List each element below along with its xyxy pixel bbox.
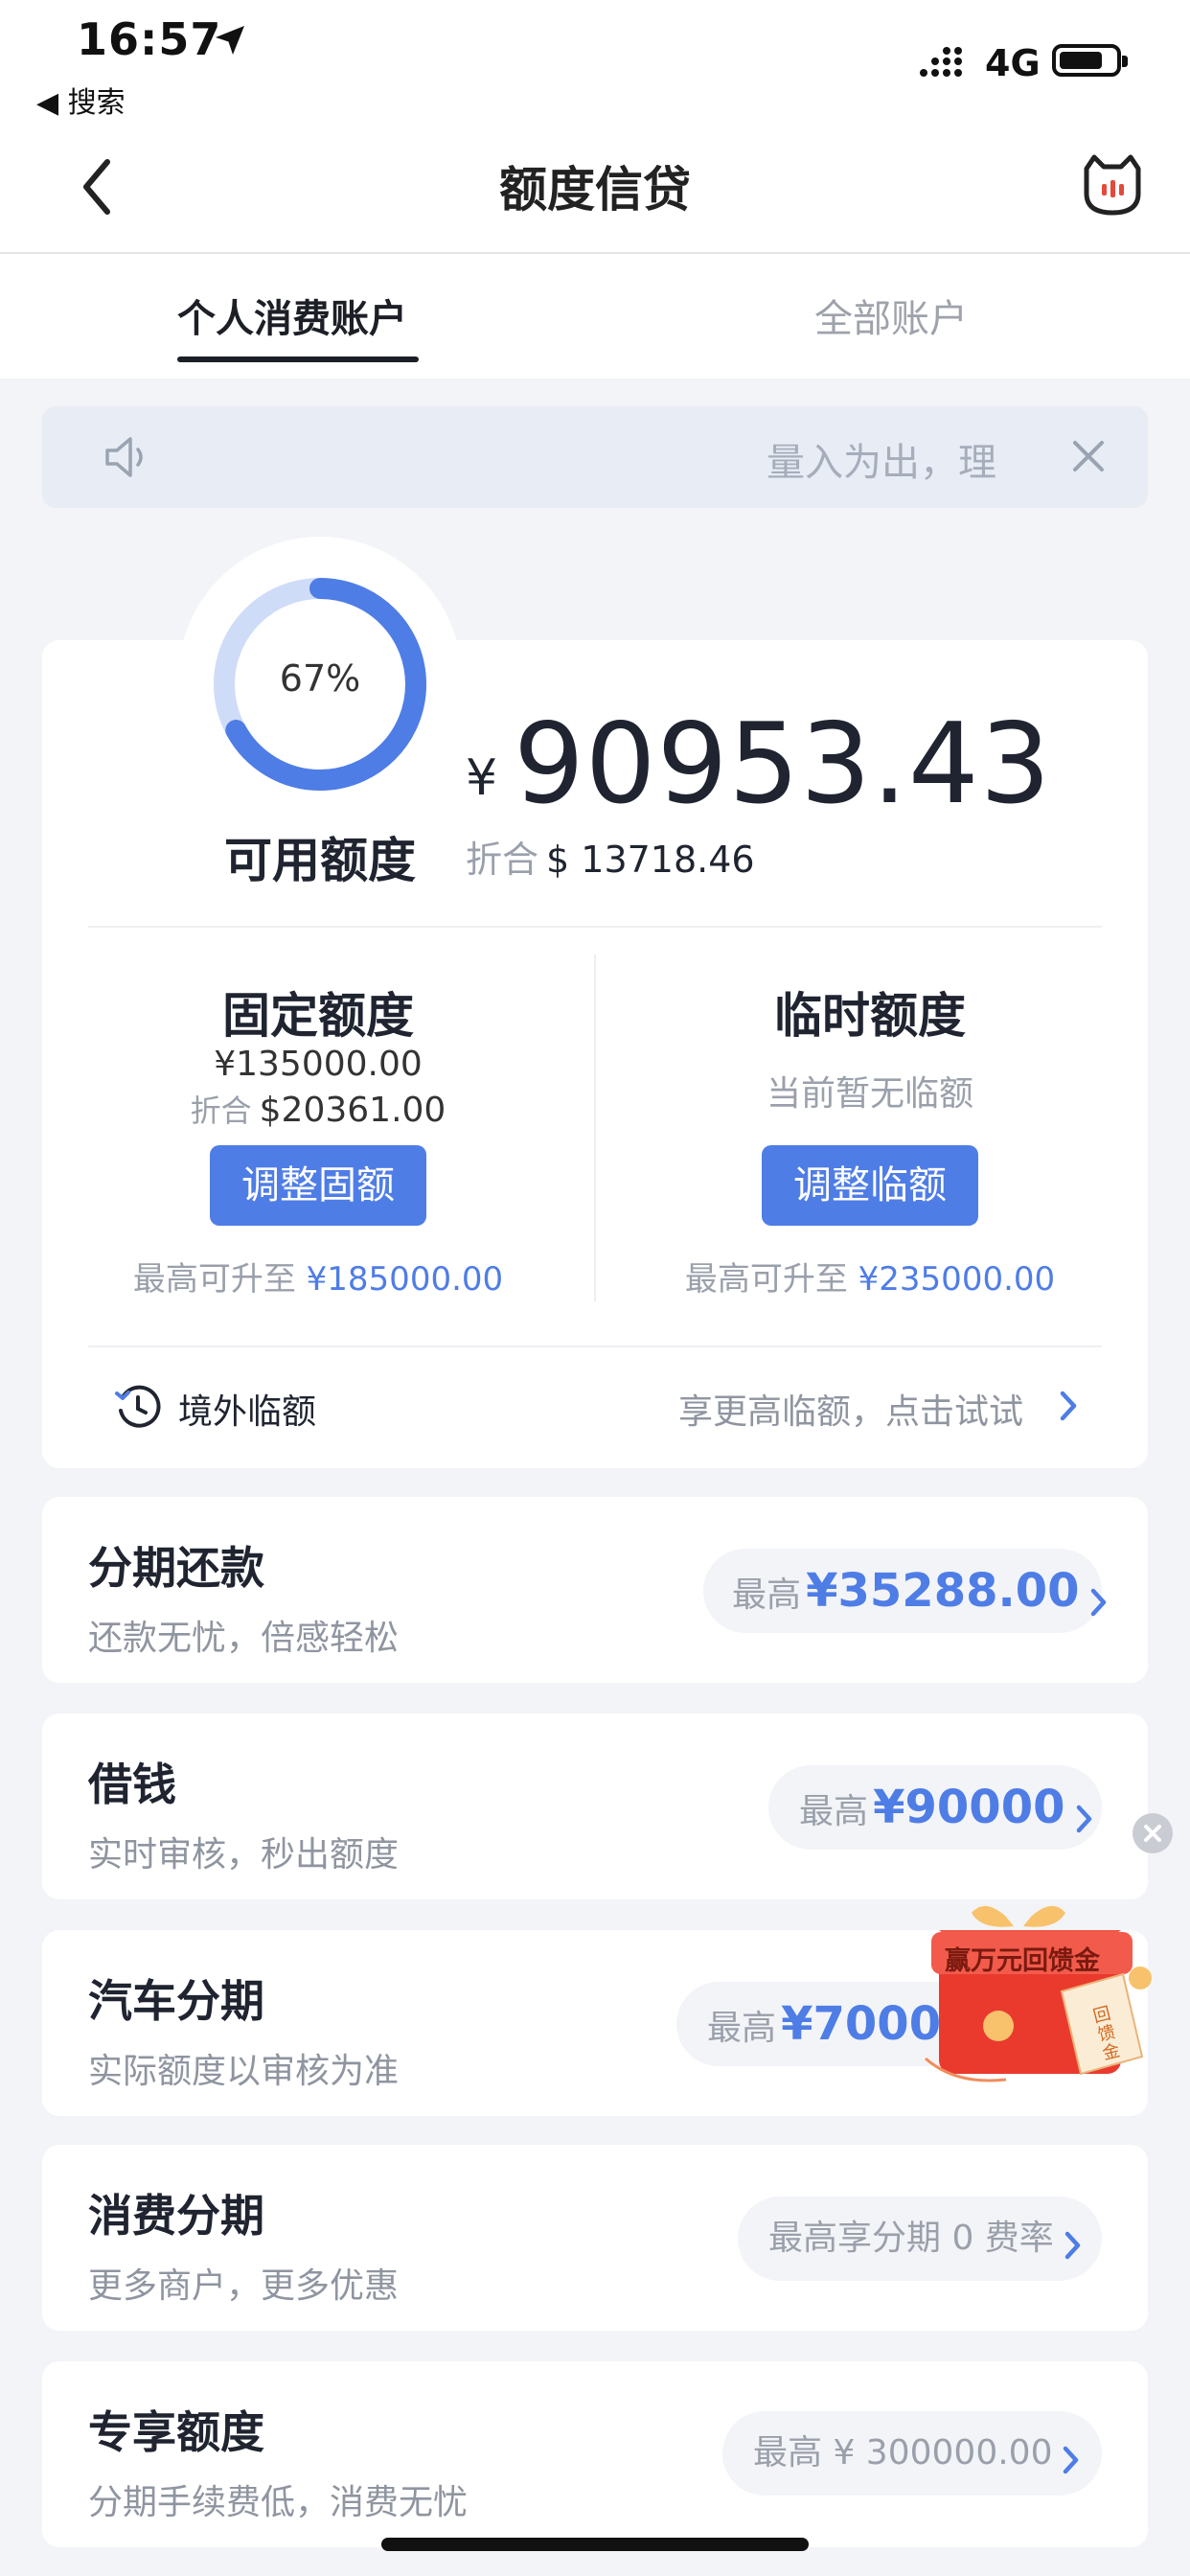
promo-red-envelope[interactable]: 赢万元回馈金 回馈金 [918, 1898, 1190, 2099]
page-title: 额度信贷 [499, 162, 691, 218]
max-prefix: 最高可升至 [684, 1260, 848, 1299]
usage-percent: 67% [279, 657, 361, 700]
fixed-credit-title: 固定额度 [222, 988, 414, 1044]
section-divider [88, 1346, 1102, 1347]
product-limit-pill[interactable]: 最高享分期 0 费率 [738, 2196, 1102, 2281]
available-credit-label: 可用额度 [224, 833, 416, 888]
product-limit-pill[interactable]: 最高 ¥35288.00 [703, 1549, 1106, 1633]
converted-amount: $20361.00 [259, 1091, 446, 1130]
product-subtitle: 实时审核，秒出额度 [88, 1835, 400, 1874]
converted-amount: $ 13718.46 [546, 839, 755, 881]
available-converted: 折合 $ 13718.46 [466, 830, 755, 883]
chevron-right-icon [1090, 1588, 1106, 1616]
available-credit-amount: 90953.43 [514, 700, 1052, 829]
promo-close-button[interactable] [1133, 1813, 1173, 1853]
product-title: 借钱 [88, 1759, 176, 1810]
red-envelope-icon [925, 1905, 1152, 2082]
fixed-max-line: 最高可升至 ¥185000.00 [50, 1253, 586, 1300]
product-title: 汽车分期 [88, 1975, 264, 2027]
notice-text: 量入为出，理 [767, 441, 996, 485]
close-icon[interactable] [1069, 437, 1108, 475]
overseas-clock-icon [115, 1385, 161, 1428]
chevron-right-icon [1064, 2446, 1079, 2473]
temporary-max-line: 最高可升至 ¥235000.00 [602, 1253, 1138, 1300]
tab-personal-account[interactable]: 个人消费账户 [177, 288, 407, 343]
back-to-app-link[interactable]: ◀ 搜索 [36, 79, 126, 121]
active-tab-indicator [177, 356, 419, 362]
close-icon [1144, 1825, 1161, 1842]
converted-prefix: 折合 [466, 839, 539, 881]
pill-amount: ¥35288.00 [806, 1564, 1080, 1618]
currency-symbol: ¥ [466, 749, 498, 807]
network-type: 4G [985, 42, 1041, 84]
notice-bar[interactable]: 量入为出，理 [42, 406, 1148, 508]
product-limit-pill[interactable]: 最高 ¥ 300000.00 [722, 2411, 1102, 2496]
product-title: 消费分期 [88, 2190, 264, 2242]
pill-text: 最高享分期 0 费率 [768, 2219, 1054, 2258]
overseas-credit-hint[interactable]: 享更高临额，点击试试 [678, 1384, 1023, 1434]
max-amount: ¥235000.00 [858, 1260, 1056, 1299]
temporary-credit-title: 临时额度 [774, 988, 966, 1044]
pill-prefix: 最高 [732, 1576, 802, 1615]
fixed-credit-converted: 折合 $20361.00 [79, 1087, 558, 1131]
tab-all-accounts[interactable]: 全部账户 [814, 288, 968, 343]
chevron-right-icon [1064, 2231, 1081, 2259]
cellular-signal-icon [920, 47, 962, 77]
pill-amount: ¥90000 [873, 1781, 1065, 1834]
pill-prefix: 最高 [707, 2009, 777, 2048]
speaker-icon [105, 437, 143, 477]
max-prefix: 最高可升至 [132, 1260, 296, 1299]
product-subtitle: 分期手续费低，消费无忧 [88, 2483, 469, 2522]
converted-prefix: 折合 [190, 1092, 252, 1129]
product-subtitle: 更多商户，更多优惠 [88, 2266, 400, 2306]
overseas-credit-label[interactable]: 境外临额 [178, 1384, 316, 1434]
product-title: 专享额度 [88, 2406, 264, 2458]
location-arrow-icon [216, 26, 244, 55]
battery-icon [1052, 44, 1128, 77]
adjust-fixed-credit-button[interactable]: 调整固额 [210, 1145, 426, 1226]
section-divider [88, 926, 1102, 928]
adjust-temporary-credit-button[interactable]: 调整临额 [762, 1145, 978, 1226]
pill-text: 最高 ¥ 300000.00 [753, 2433, 1053, 2472]
promo-text: 赢万元回馈金 [945, 1946, 1100, 1976]
nav-divider [0, 252, 1190, 254]
status-time: 16:57 [77, 13, 222, 65]
max-amount: ¥185000.00 [306, 1260, 504, 1299]
product-title: 分期还款 [88, 1542, 264, 1594]
column-divider [594, 954, 596, 1301]
fixed-credit-value: ¥135000.00 [214, 1045, 423, 1084]
temporary-credit-status: 当前暂无临额 [766, 1074, 973, 1114]
pill-prefix: 最高 [799, 1792, 869, 1831]
chevron-right-icon [1076, 1805, 1091, 1832]
home-indicator [381, 2538, 809, 2551]
customer-service-icon[interactable] [1079, 151, 1146, 218]
product-subtitle: 实际额度以审核为准 [88, 2052, 400, 2091]
chevron-right-icon[interactable] [1058, 1390, 1079, 1422]
product-subtitle: 还款无忧，倍感轻松 [88, 1619, 400, 1658]
product-limit-pill[interactable]: 最高 ¥90000 [768, 1765, 1102, 1850]
